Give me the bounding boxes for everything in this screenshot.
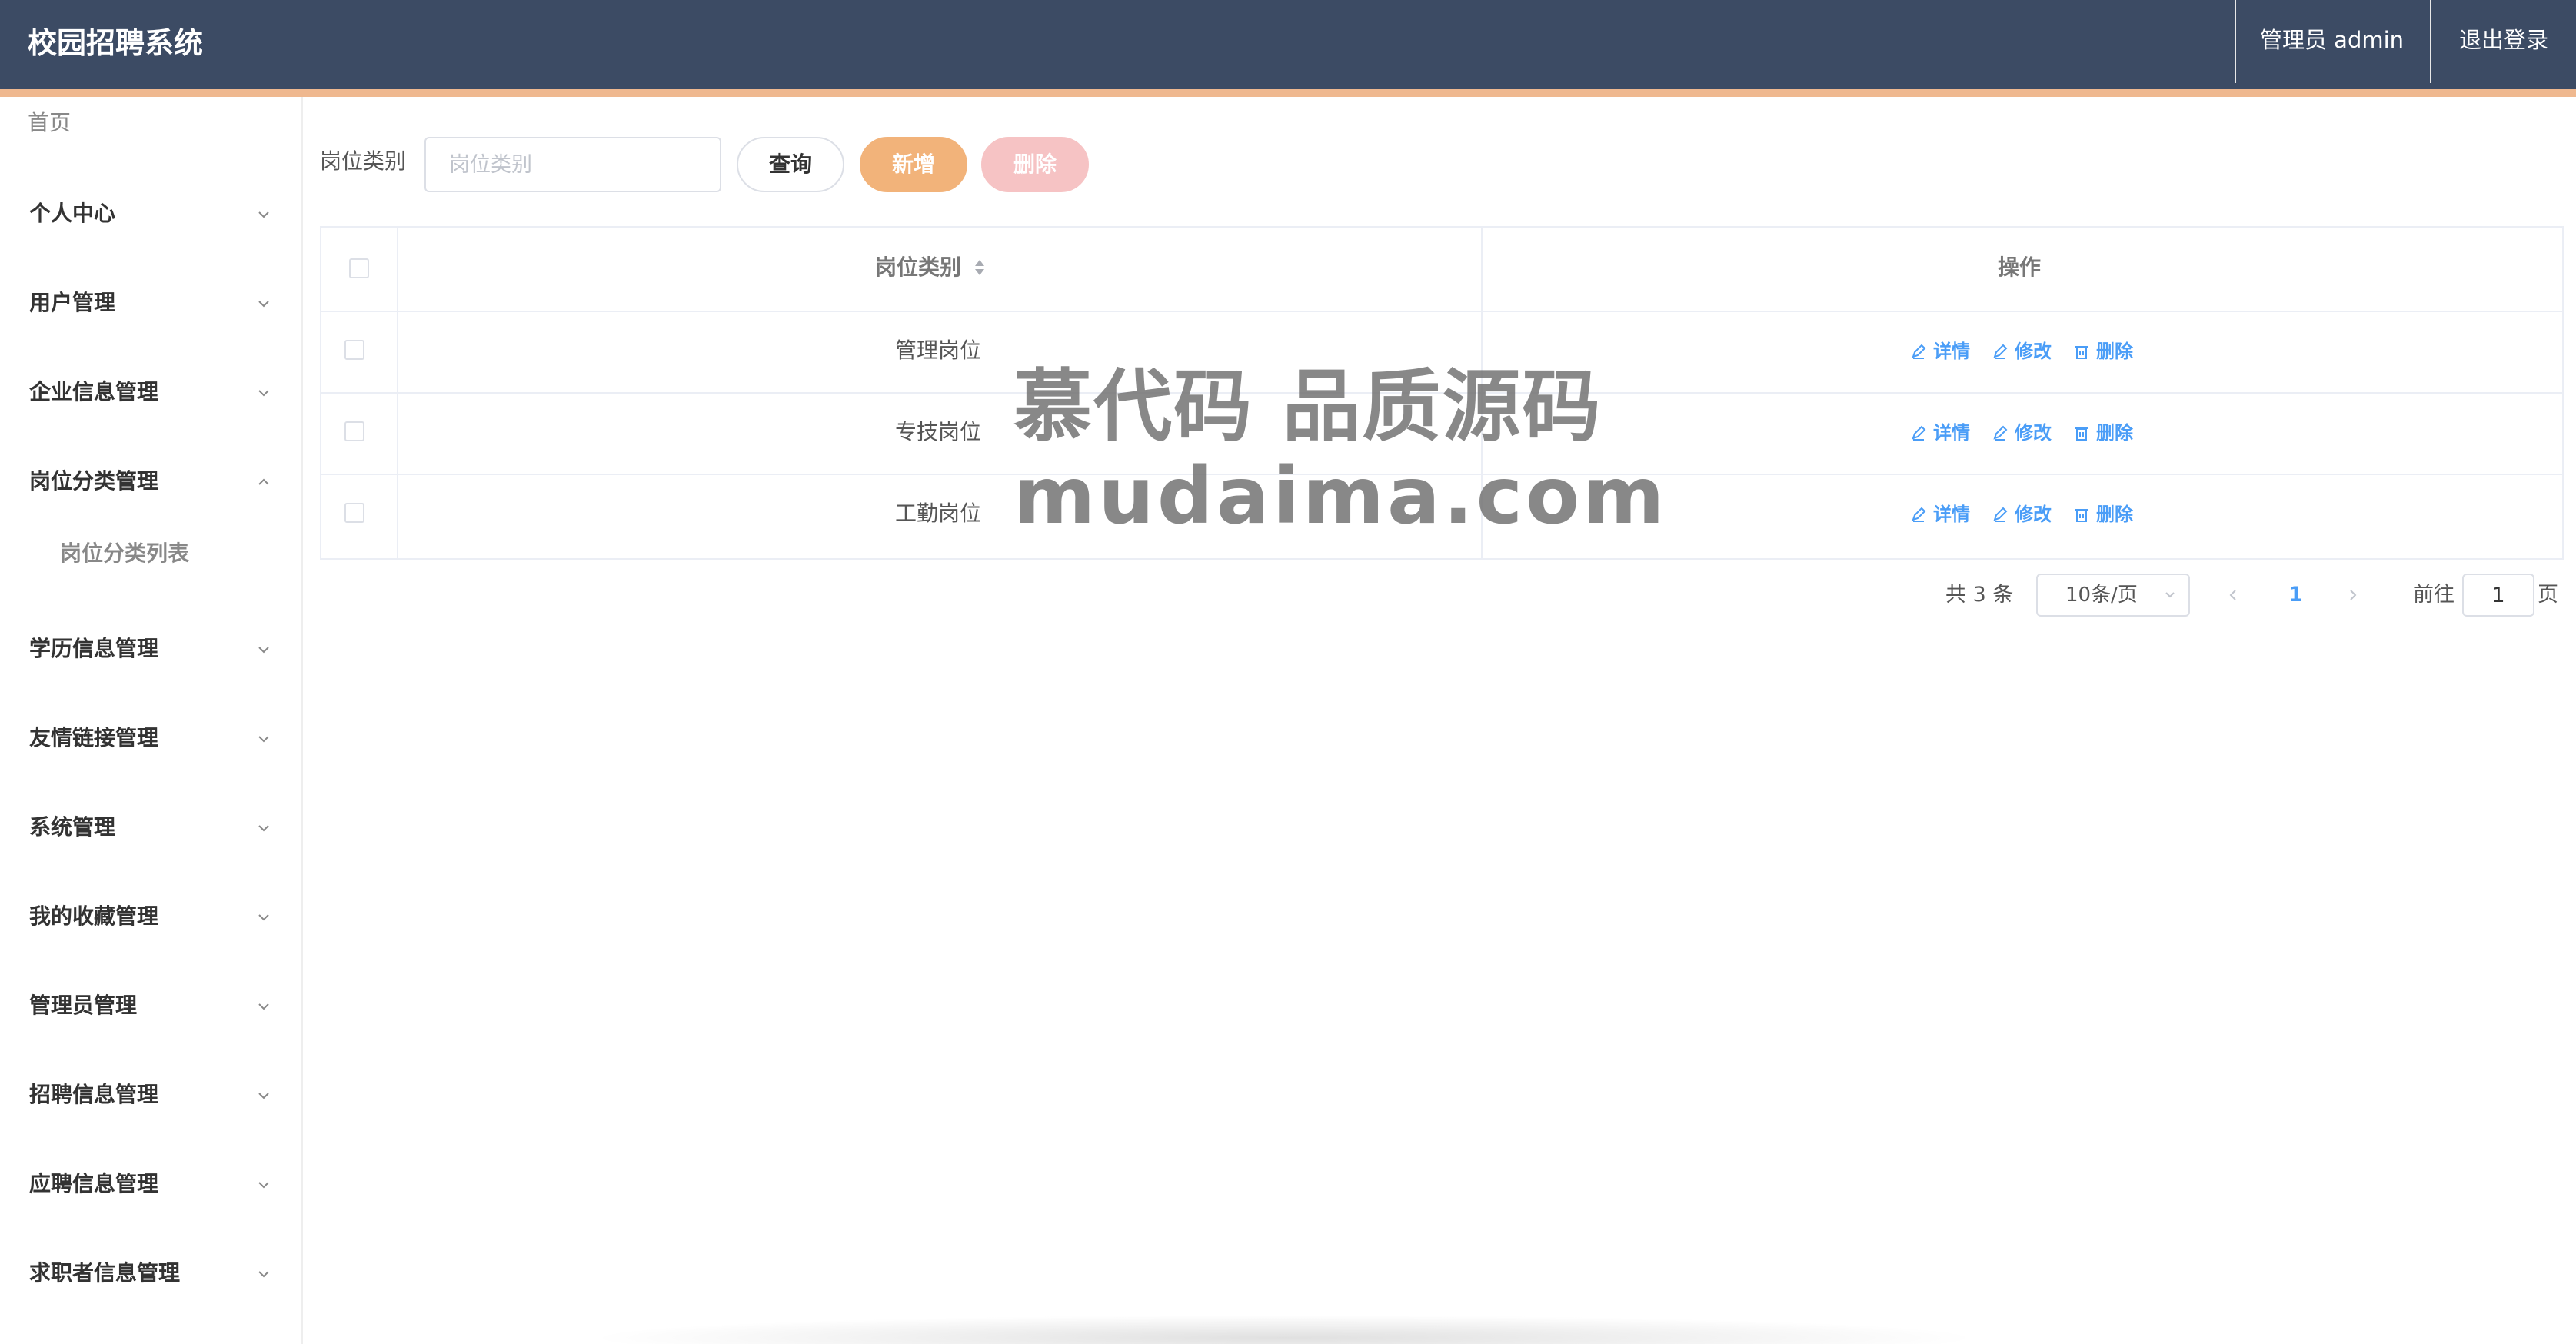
trash-icon	[2075, 509, 2088, 522]
sidebar-item-label: 友情链接管理	[29, 725, 159, 750]
watermark-text: 慕代码 品质源码	[1013, 361, 1603, 453]
chevron-down-icon	[258, 301, 269, 308]
detail-label: 详情	[1933, 504, 1970, 525]
app-title: 校园招聘系统	[28, 26, 204, 60]
row-checkbox[interactable]	[344, 340, 364, 360]
chevron-down-icon	[258, 390, 269, 397]
top-header: 校园招聘系统 管理员 admin 退出登录	[0, 0, 2576, 89]
page-number-current[interactable]: 1	[2288, 580, 2303, 610]
select-all-checkbox[interactable]	[349, 258, 369, 278]
row-checkbox[interactable]	[344, 421, 364, 441]
trash-icon	[2075, 346, 2088, 359]
chevron-down-icon	[258, 736, 269, 743]
sidebar-item-label: 管理员管理	[29, 993, 138, 1018]
sidebar-item-job-category[interactable]: 岗位分类管理	[0, 458, 303, 504]
edit-link[interactable]: 修改	[1992, 338, 2052, 364]
delete-label: 删除	[2096, 422, 2133, 444]
edit-icon	[1993, 507, 2008, 522]
search-label: 岗位类别	[320, 148, 407, 174]
edit-link[interactable]: 修改	[1992, 420, 2052, 446]
page-size-value: 10条/页	[2065, 584, 2138, 607]
edit-label: 修改	[2015, 341, 2052, 362]
sidebar-item-label: 应聘信息管理	[29, 1171, 159, 1196]
sidebar-item-label: 我的收藏管理	[29, 903, 159, 929]
sidebar-item-user-management[interactable]: 用户管理	[0, 280, 303, 326]
sidebar-item-recruitment-info[interactable]: 招聘信息管理	[0, 1072, 303, 1118]
sidebar-item-personal-center[interactable]: 个人中心	[0, 191, 303, 237]
sidebar-item-education-info[interactable]: 学历信息管理	[0, 626, 303, 672]
chevron-down-icon	[2165, 592, 2175, 598]
chevron-down-icon	[258, 1093, 269, 1099]
watermark-url: mudaima.com	[1013, 451, 1668, 542]
admin-user-label: 管理员 admin	[2259, 27, 2405, 53]
sidebar-item-label: 求职者信息管理	[29, 1260, 181, 1286]
sidebar-item-friend-links[interactable]: 友情链接管理	[0, 715, 303, 761]
sidebar-item-application-info[interactable]: 应聘信息管理	[0, 1161, 303, 1207]
column-header-actions: 操作	[1998, 254, 2042, 280]
next-page-icon[interactable]	[2344, 583, 2362, 607]
edit-icon	[1912, 344, 1926, 359]
edit-icon	[1912, 425, 1926, 441]
delete-link[interactable]: 删除	[2073, 420, 2133, 446]
edit-label: 修改	[2015, 422, 2052, 444]
delete-label: 删除	[2096, 504, 2133, 525]
sidebar: 首页 个人中心 用户管理 企业信息管理 岗位分类管理 岗位分类列表 学历信息管理…	[0, 97, 303, 1344]
chevron-down-icon	[258, 647, 269, 654]
sort-icon[interactable]	[973, 257, 986, 278]
goto-label: 前往	[2413, 583, 2455, 607]
chevron-down-icon	[258, 1003, 269, 1010]
sidebar-item-label: 系统管理	[29, 814, 116, 840]
detail-label: 详情	[1933, 422, 1970, 444]
chevron-down-icon	[258, 1271, 269, 1278]
chevron-down-icon	[258, 1182, 269, 1189]
sidebar-item-label: 企业信息管理	[29, 379, 159, 404]
sidebar-item-label: 招聘信息管理	[29, 1082, 159, 1107]
header-divider	[2235, 0, 2236, 83]
detail-link[interactable]: 详情	[1910, 501, 1970, 527]
detail-link[interactable]: 详情	[1910, 338, 1970, 364]
search-input[interactable]	[424, 137, 721, 192]
delete-label: 删除	[2096, 341, 2133, 362]
delete-link[interactable]: 删除	[2073, 501, 2133, 527]
prev-page-icon[interactable]	[2224, 583, 2242, 607]
header-accent-bar	[0, 89, 2576, 97]
column-header-category[interactable]: 岗位类别	[875, 252, 961, 283]
sidebar-item-my-favorites[interactable]: 我的收藏管理	[0, 893, 303, 940]
chevron-down-icon	[258, 211, 269, 218]
row-checkbox[interactable]	[344, 503, 364, 523]
sidebar-item-company-info[interactable]: 企业信息管理	[0, 369, 303, 415]
sidebar-item-label: 个人中心	[29, 201, 116, 226]
page-suffix-label: 页	[2538, 583, 2558, 607]
edit-icon	[1912, 507, 1926, 522]
edit-icon	[1993, 344, 2008, 359]
sidebar-subitem-job-category-list[interactable]: 岗位分类列表	[60, 538, 189, 569]
sidebar-item-label: 学历信息管理	[29, 636, 159, 661]
table-divider	[321, 311, 2562, 312]
page-size-select[interactable]: 10条/页	[2036, 574, 2190, 617]
main-content: 岗位类别 查询 新增 删除 岗位类别 操作 管理岗位 详情 修改 删除 专技岗	[305, 97, 2576, 1344]
goto-page-input[interactable]	[2462, 574, 2534, 617]
sidebar-item-system-management[interactable]: 系统管理	[0, 804, 303, 850]
sidebar-item-label: 用户管理	[29, 290, 116, 315]
detail-link[interactable]: 详情	[1910, 420, 1970, 446]
logout-button[interactable]: 退出登录	[2431, 0, 2576, 83]
chevron-down-icon	[258, 914, 269, 921]
sidebar-item-home[interactable]: 首页	[28, 108, 71, 138]
edit-icon	[1993, 425, 2008, 441]
chevron-down-icon	[258, 825, 269, 832]
query-button[interactable]: 查询	[737, 137, 844, 192]
edit-link[interactable]: 修改	[1992, 501, 2052, 527]
edit-label: 修改	[2015, 504, 2052, 525]
batch-delete-button[interactable]: 删除	[981, 137, 1089, 192]
detail-label: 详情	[1933, 341, 1970, 362]
chevron-up-icon	[258, 478, 269, 485]
add-button[interactable]: 新增	[860, 137, 967, 192]
sidebar-item-job-seeker-info[interactable]: 求职者信息管理	[0, 1250, 303, 1296]
sidebar-item-admin-management[interactable]: 管理员管理	[0, 983, 303, 1029]
delete-link[interactable]: 删除	[2073, 338, 2133, 364]
trash-icon	[2075, 427, 2088, 441]
pagination-total: 共 3 条	[1945, 583, 2014, 607]
sidebar-item-label: 岗位分类管理	[29, 468, 159, 494]
